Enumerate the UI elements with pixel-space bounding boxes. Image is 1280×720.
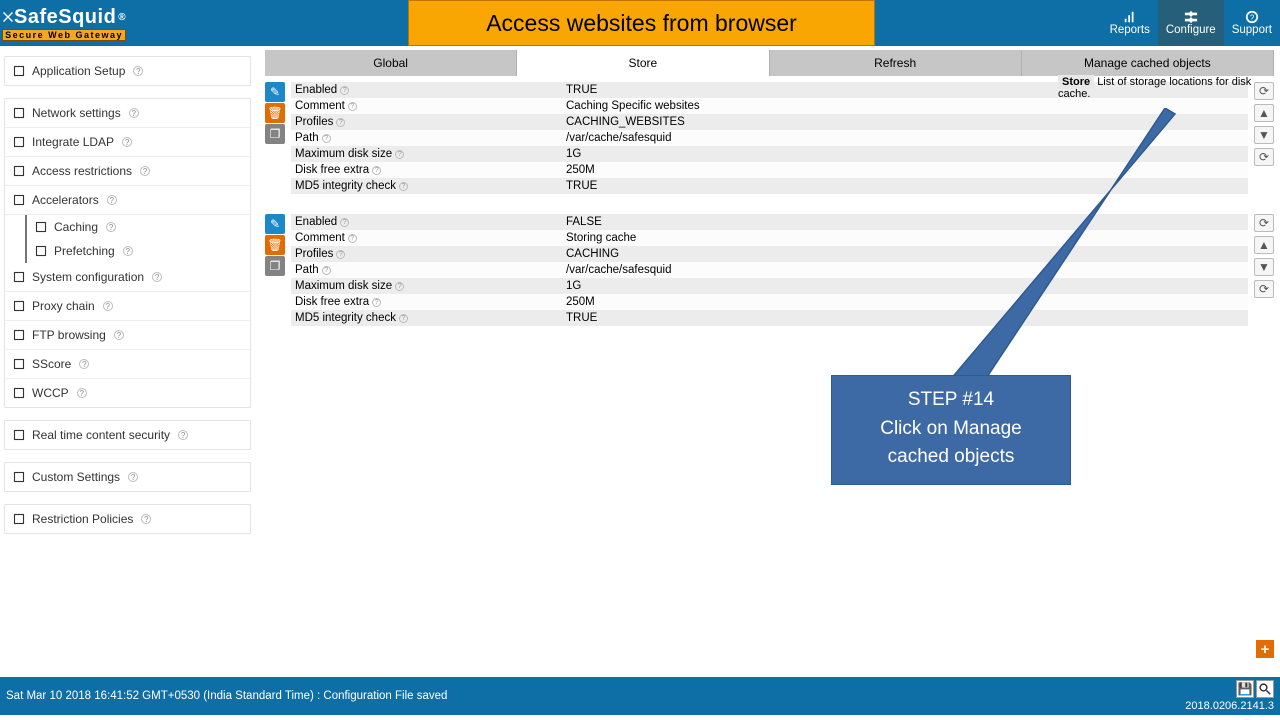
block-side-button-3[interactable]: ⟳ — [1254, 148, 1274, 166]
config-row: Path?/var/cache/safesquid — [291, 262, 1248, 278]
sidebar-item-network-settings[interactable]: Network settings? — [5, 99, 250, 128]
block-side-button-2[interactable]: ▼ — [1254, 258, 1274, 276]
step-callout: STEP #14 Click on Manage cached objects — [831, 375, 1071, 485]
top-action-reports[interactable]: Reports — [1102, 0, 1158, 46]
sidebar-item-restriction-policies[interactable]: Restriction Policies? — [5, 505, 250, 533]
block-side-button-2[interactable]: ▼ — [1254, 126, 1274, 144]
config-row: Profiles?CACHING_WEBSITES — [291, 114, 1248, 130]
footer-status: Sat Mar 10 2018 16:41:52 GMT+0530 (India… — [6, 690, 447, 702]
callout-step: STEP #14 — [840, 386, 1062, 415]
top-action-configure[interactable]: Configure — [1158, 0, 1224, 46]
edit-button[interactable]: ✎ — [265, 214, 285, 234]
save-icon-button[interactable]: 💾 — [1236, 680, 1254, 698]
banner: Access websites from browser — [408, 0, 875, 46]
info-panel: Store List of storage locations for disk… — [1058, 76, 1274, 100]
edit-button[interactable]: ✎ — [265, 82, 285, 102]
sidebar: Application Setup? Network settings?Integ… — [0, 46, 255, 676]
block-side-button-3[interactable]: ⟳ — [1254, 280, 1274, 298]
clone-button[interactable]: ❐ — [265, 124, 285, 144]
footer: Sat Mar 10 2018 16:41:52 GMT+0530 (India… — [0, 677, 1280, 715]
logo: SafeSquid® Secure Web Gateway — [0, 4, 132, 43]
tabs: GlobalStoreRefreshManage cached objects — [265, 50, 1274, 76]
top-actions: ReportsConfigure?Support — [1102, 0, 1280, 46]
svg-text:?: ? — [1250, 14, 1255, 23]
tab-global[interactable]: Global — [265, 50, 517, 76]
config-holder: ✎🗑❐Enabled?TRUEComment?Caching Specific … — [265, 82, 1274, 326]
sidebar-item-prefetching[interactable]: Prefetching? — [27, 239, 250, 263]
tab-store[interactable]: Store — [517, 50, 769, 76]
logo-subtitle: Secure Web Gateway — [2, 29, 126, 41]
tab-manage-cached-objects[interactable]: Manage cached objects — [1022, 50, 1274, 76]
top-action-support[interactable]: ?Support — [1224, 0, 1280, 46]
config-row: Comment?Storing cache — [291, 230, 1248, 246]
tab-refresh[interactable]: Refresh — [770, 50, 1022, 76]
block-side-button-1[interactable]: ▲ — [1254, 104, 1274, 122]
sidebar-item-ftp-browsing[interactable]: FTP browsing? — [5, 321, 250, 350]
config-row: Enabled?FALSE — [291, 214, 1248, 230]
config-row: Disk free extra?250M — [291, 162, 1248, 178]
add-button[interactable]: + — [1256, 640, 1274, 658]
sidebar-item-accelerators[interactable]: Accelerators? — [5, 186, 250, 215]
config-row: Profiles?CACHING — [291, 246, 1248, 262]
logo-icon — [2, 11, 14, 23]
block-side-button-1[interactable]: ▲ — [1254, 236, 1274, 254]
sidebar-item-wccp[interactable]: WCCP? — [5, 379, 250, 407]
sidebar-item-integrate-ldap[interactable]: Integrate LDAP? — [5, 128, 250, 157]
sidebar-item-real-time-content-security[interactable]: Real time content security? — [5, 421, 250, 449]
delete-button[interactable]: 🗑 — [265, 235, 285, 255]
sidebar-item-system-configuration[interactable]: System configuration? — [5, 263, 250, 292]
delete-button[interactable]: 🗑 — [265, 103, 285, 123]
config-row: MD5 integrity check?TRUE — [291, 310, 1248, 326]
block-side-button-0[interactable]: ⟳ — [1254, 214, 1274, 232]
sidebar-item-sscore[interactable]: SScore? — [5, 350, 250, 379]
logo-text: SafeSquid — [14, 6, 116, 29]
config-row: MD5 integrity check?TRUE — [291, 178, 1248, 194]
search-icon-button[interactable] — [1256, 680, 1274, 698]
top-bar: SafeSquid® Secure Web Gateway Access web… — [0, 0, 1280, 46]
callout-line2: cached objects — [840, 443, 1062, 472]
config-row: Maximum disk size?1G — [291, 278, 1248, 294]
callout-line1: Click on Manage — [840, 415, 1062, 444]
footer-version: 2018.0206.2141.3 — [1185, 700, 1274, 712]
content-area: GlobalStoreRefreshManage cached objects … — [255, 46, 1280, 676]
sidebar-item-caching[interactable]: Caching? — [27, 215, 250, 239]
config-row: Path?/var/cache/safesquid — [291, 130, 1248, 146]
sidebar-item-custom-settings[interactable]: Custom Settings? — [5, 463, 250, 491]
sidebar-item-proxy-chain[interactable]: Proxy chain? — [5, 292, 250, 321]
config-row: Comment?Caching Specific websites — [291, 98, 1248, 114]
config-row: Maximum disk size?1G — [291, 146, 1248, 162]
config-row: Disk free extra?250M — [291, 294, 1248, 310]
sidebar-item-access-restrictions[interactable]: Access restrictions? — [5, 157, 250, 186]
clone-button[interactable]: ❐ — [265, 256, 285, 276]
sidebar-item-application-setup[interactable]: Application Setup? — [5, 57, 250, 85]
info-title: Store — [1058, 75, 1094, 89]
